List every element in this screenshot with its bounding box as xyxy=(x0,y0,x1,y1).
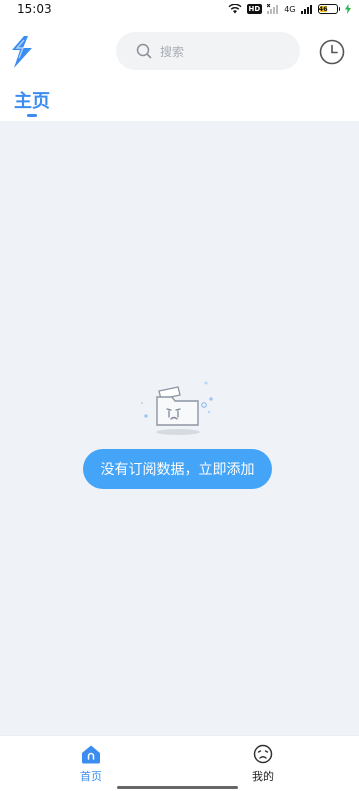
nav-home-label: 首页 xyxy=(80,770,102,783)
signal-strong-icon xyxy=(300,5,312,14)
battery-tip xyxy=(338,7,340,11)
app-screen: 15:03 HD 4G 46 搜索 主页 没有订阅数据，立即添加 首页 我的 xyxy=(0,0,359,791)
charging-icon xyxy=(345,4,351,14)
search-icon xyxy=(136,43,152,59)
tab-active-indicator xyxy=(27,114,37,117)
home-icon xyxy=(82,745,100,764)
signal-weak-icon xyxy=(267,4,279,14)
status-time: 15:03 xyxy=(17,2,52,16)
lightning-bolt-icon[interactable] xyxy=(10,36,34,68)
status-bar: 15:03 HD 4G 46 xyxy=(0,0,359,18)
nav-home[interactable]: 首页 xyxy=(61,744,121,784)
top-bar: 搜索 xyxy=(0,30,359,74)
nav-mine[interactable]: 我的 xyxy=(233,744,293,784)
clock-icon[interactable] xyxy=(319,39,345,65)
status-icons: HD 4G 46 xyxy=(228,4,351,14)
tab-bar: 主页 xyxy=(0,84,359,120)
battery-level: 46 xyxy=(318,5,328,13)
search-input[interactable]: 搜索 xyxy=(116,32,300,70)
battery-body: 46 xyxy=(317,4,338,14)
tab-home[interactable]: 主页 xyxy=(14,87,50,113)
hd-badge: HD xyxy=(246,4,263,14)
add-subscription-button[interactable]: 没有订阅数据，立即添加 xyxy=(83,449,272,489)
network-label: 4G xyxy=(284,4,296,14)
search-placeholder: 搜索 xyxy=(160,44,185,59)
subscription-list: 没有订阅数据，立即添加 xyxy=(0,121,359,735)
nav-mine-label: 我的 xyxy=(252,770,274,783)
battery-icon: 46 xyxy=(317,4,340,14)
wifi-icon xyxy=(228,4,242,14)
empty-folder-icon xyxy=(141,381,213,435)
bottom-nav: 首页 我的 xyxy=(0,735,359,791)
face-icon xyxy=(253,744,273,764)
gesture-bar[interactable] xyxy=(117,786,238,789)
